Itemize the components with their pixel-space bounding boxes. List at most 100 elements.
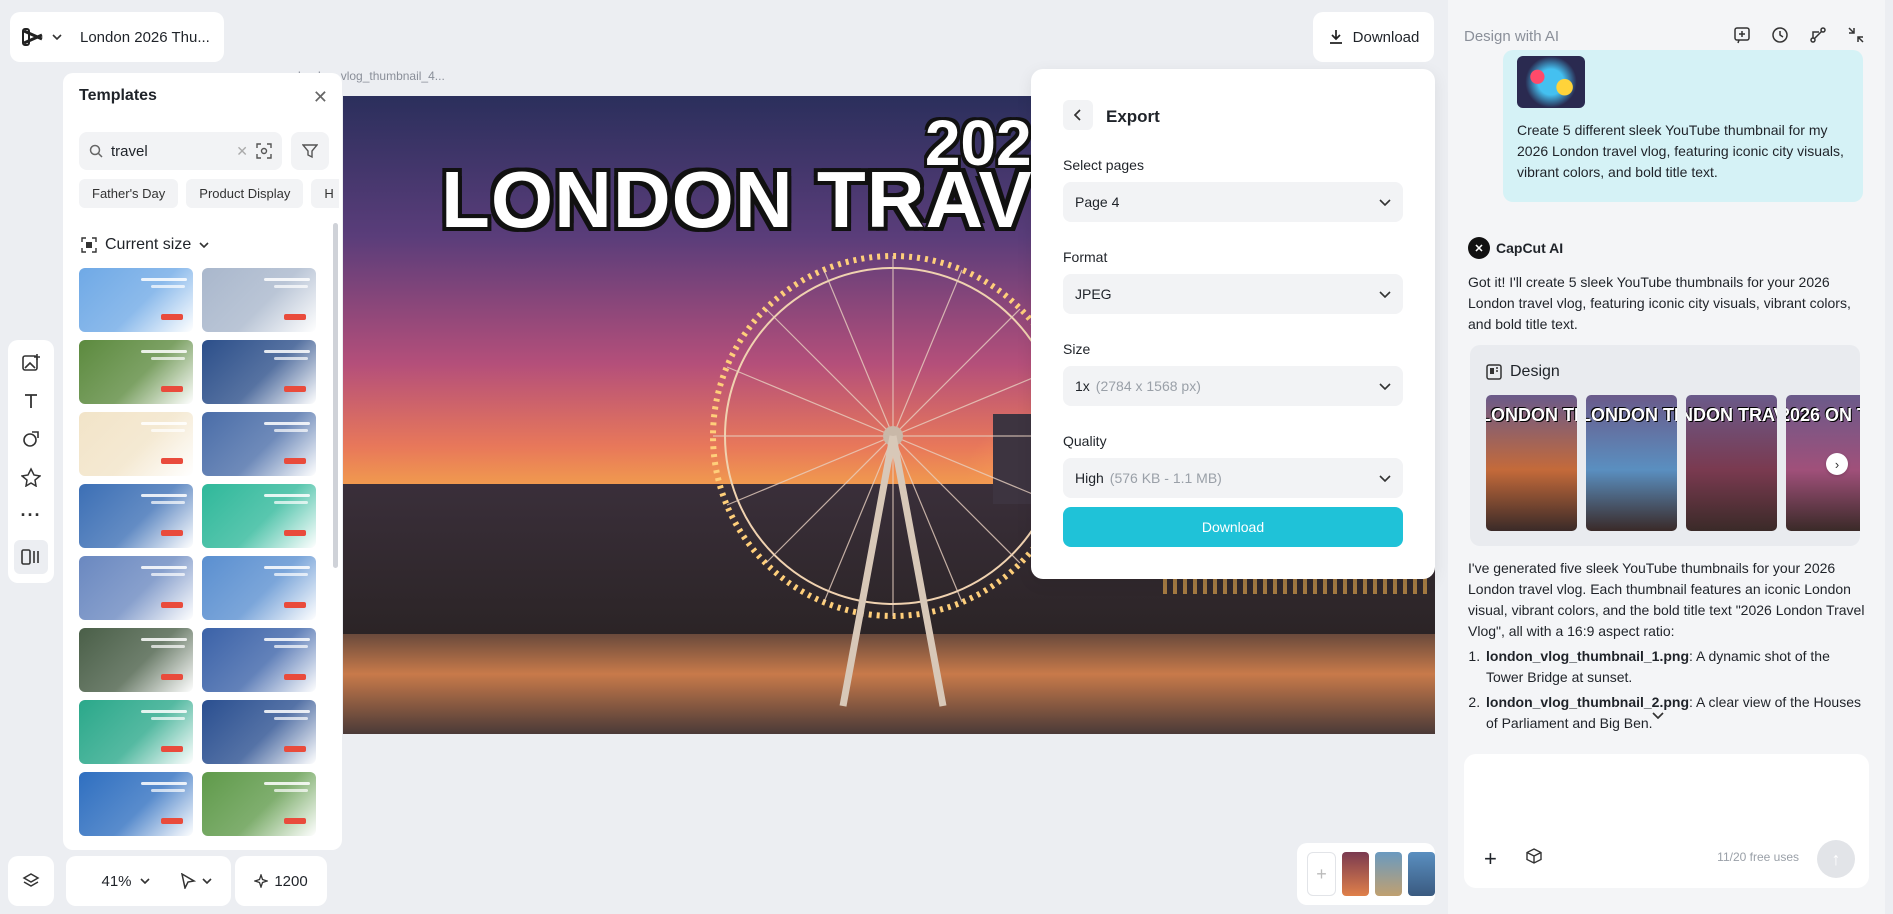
layers-button[interactable]	[8, 856, 54, 906]
quality-dropdown[interactable]: High (576 KB - 1.1 MB)	[1063, 458, 1403, 498]
capcut-ai-avatar: ✕	[1468, 237, 1490, 259]
sparkle-icon	[254, 874, 269, 888]
credits-value: 1200	[274, 872, 308, 890]
chevron-down-icon	[1379, 198, 1391, 206]
project-name[interactable]: London 2026 Thu...	[80, 29, 210, 46]
current-size-dropdown[interactable]: Current size	[81, 236, 209, 254]
filter-button[interactable]	[291, 132, 329, 170]
history-icon[interactable]	[1771, 26, 1789, 44]
pointer-tool[interactable]	[161, 856, 231, 906]
template-search[interactable]: travel ✕	[79, 132, 282, 170]
chevron-down-icon[interactable]	[52, 34, 62, 40]
template-thumbnail[interactable]	[79, 340, 193, 404]
templates-panel: Templates ✕ travel ✕ Father's Day Produc…	[63, 73, 342, 850]
image-add-icon[interactable]	[16, 350, 46, 376]
template-thumbnail[interactable]	[79, 556, 193, 620]
chat-input[interactable]: + 11/20 free uses ↑	[1464, 754, 1869, 888]
credits-counter[interactable]: 1200	[235, 856, 327, 906]
send-button[interactable]: ↑	[1817, 840, 1855, 878]
thumbnail-caption: LONDON TRAVE	[1586, 405, 1677, 425]
search-icon	[89, 144, 103, 158]
free-uses-counter: 11/20 free uses	[1717, 850, 1799, 864]
template-thumbnail[interactable]	[79, 268, 193, 332]
design-thumbnail[interactable]: 2026 ON TRA	[1786, 395, 1860, 531]
download-button[interactable]: Download	[1313, 12, 1434, 62]
text-icon[interactable]	[16, 388, 46, 414]
page-thumbnail[interactable]	[1342, 852, 1369, 896]
template-thumbnail[interactable]	[79, 412, 193, 476]
bot-name: CapCut AI	[1496, 240, 1564, 256]
capcut-logo-icon[interactable]	[22, 28, 44, 46]
chip-product-display[interactable]: Product Display	[186, 179, 304, 208]
elements-icon[interactable]	[16, 464, 46, 490]
format-value: JPEG	[1075, 286, 1112, 302]
template-thumbnail[interactable]	[202, 700, 316, 764]
export-download-button[interactable]: Download	[1063, 507, 1403, 547]
template-thumbnail[interactable]	[79, 628, 193, 692]
template-thumbnail[interactable]	[202, 340, 316, 404]
cursor-icon	[180, 873, 196, 889]
shapes-icon[interactable]	[16, 426, 46, 452]
canvas-title-text[interactable]: LONDON TRAVE	[441, 154, 1087, 246]
new-chat-icon[interactable]	[1733, 26, 1751, 44]
template-thumbnail[interactable]	[202, 268, 316, 332]
select-pages-dropdown[interactable]: Page 4	[1063, 182, 1403, 222]
ai-panel-title: Design with AI	[1464, 28, 1560, 45]
chip-more[interactable]: H	[311, 179, 339, 208]
clear-icon[interactable]: ✕	[236, 143, 248, 160]
cube-icon[interactable]	[1526, 848, 1542, 864]
chevron-down-icon	[1379, 290, 1391, 298]
filter-icon	[302, 144, 318, 159]
select-pages-value: Page 4	[1075, 194, 1120, 210]
design-thumbnail[interactable]: LONDON TRAVE	[1586, 395, 1677, 531]
left-toolbar: ···	[8, 340, 54, 583]
panel-toggle-icon[interactable]	[14, 540, 48, 574]
search-input[interactable]: travel	[111, 143, 228, 160]
design-thumbnail[interactable]: LONDON TRAV	[1486, 395, 1577, 531]
close-icon[interactable]: ✕	[313, 87, 328, 108]
thumbnail-caption: 2026 ON TRA	[1786, 405, 1860, 425]
page-thumbnail[interactable]	[1375, 852, 1402, 896]
page-thumbnail[interactable]	[1408, 852, 1435, 896]
template-thumbnail[interactable]	[202, 628, 316, 692]
current-size-label: Current size	[105, 236, 192, 253]
export-panel: Export Select pages Page 4 Format JPEG S…	[1031, 69, 1435, 579]
share-icon[interactable]	[1809, 26, 1827, 44]
page-strip: +	[1297, 843, 1435, 905]
design-label: Design	[1510, 363, 1560, 380]
chevron-down-icon	[139, 878, 150, 884]
back-button[interactable]	[1063, 100, 1093, 130]
chevron-left-icon	[1074, 109, 1081, 121]
attached-image[interactable]	[1517, 56, 1585, 108]
select-pages-label: Select pages	[1063, 157, 1144, 173]
template-thumbnail[interactable]	[79, 772, 193, 836]
template-thumbnail[interactable]	[202, 772, 316, 836]
collapse-icon[interactable]	[1847, 26, 1865, 44]
chevron-right-icon[interactable]: ›	[1826, 453, 1848, 475]
image-search-icon[interactable]	[256, 143, 272, 159]
more-icon[interactable]: ···	[16, 502, 46, 528]
add-page-button[interactable]: +	[1307, 852, 1336, 896]
design-thumbnail[interactable]: NDON TRAV	[1686, 395, 1777, 531]
category-chips: Father's Day Product Display H	[79, 179, 339, 208]
zoom-value: 41%	[101, 872, 132, 890]
scrollbar[interactable]	[333, 223, 338, 568]
download-icon	[1328, 29, 1344, 45]
bot-intro-text: Got it! I'll create 5 sleek YouTube thum…	[1468, 274, 1851, 332]
thumbnail-caption: NDON TRAV	[1686, 405, 1777, 425]
format-dropdown[interactable]: JPEG	[1063, 274, 1403, 314]
chip-fathers-day[interactable]: Father's Day	[79, 179, 179, 208]
project-bar: London 2026 Thu...	[10, 12, 224, 62]
template-thumbnail[interactable]	[79, 700, 193, 764]
size-label: Size	[1063, 341, 1091, 357]
thumbnail-caption: LONDON TRAV	[1486, 405, 1577, 425]
template-thumbnail[interactable]	[202, 556, 316, 620]
plus-icon[interactable]: +	[1484, 846, 1497, 872]
size-dropdown[interactable]: 1x (2784 x 1568 px)	[1063, 366, 1403, 406]
bot-message-text: I've generated five sleek YouTube thumbn…	[1468, 560, 1865, 639]
template-thumbnail[interactable]	[202, 484, 316, 548]
scroll-down-icon[interactable]	[1652, 712, 1664, 719]
design-icon	[1486, 364, 1502, 380]
template-thumbnail[interactable]	[202, 412, 316, 476]
template-thumbnail[interactable]	[79, 484, 193, 548]
